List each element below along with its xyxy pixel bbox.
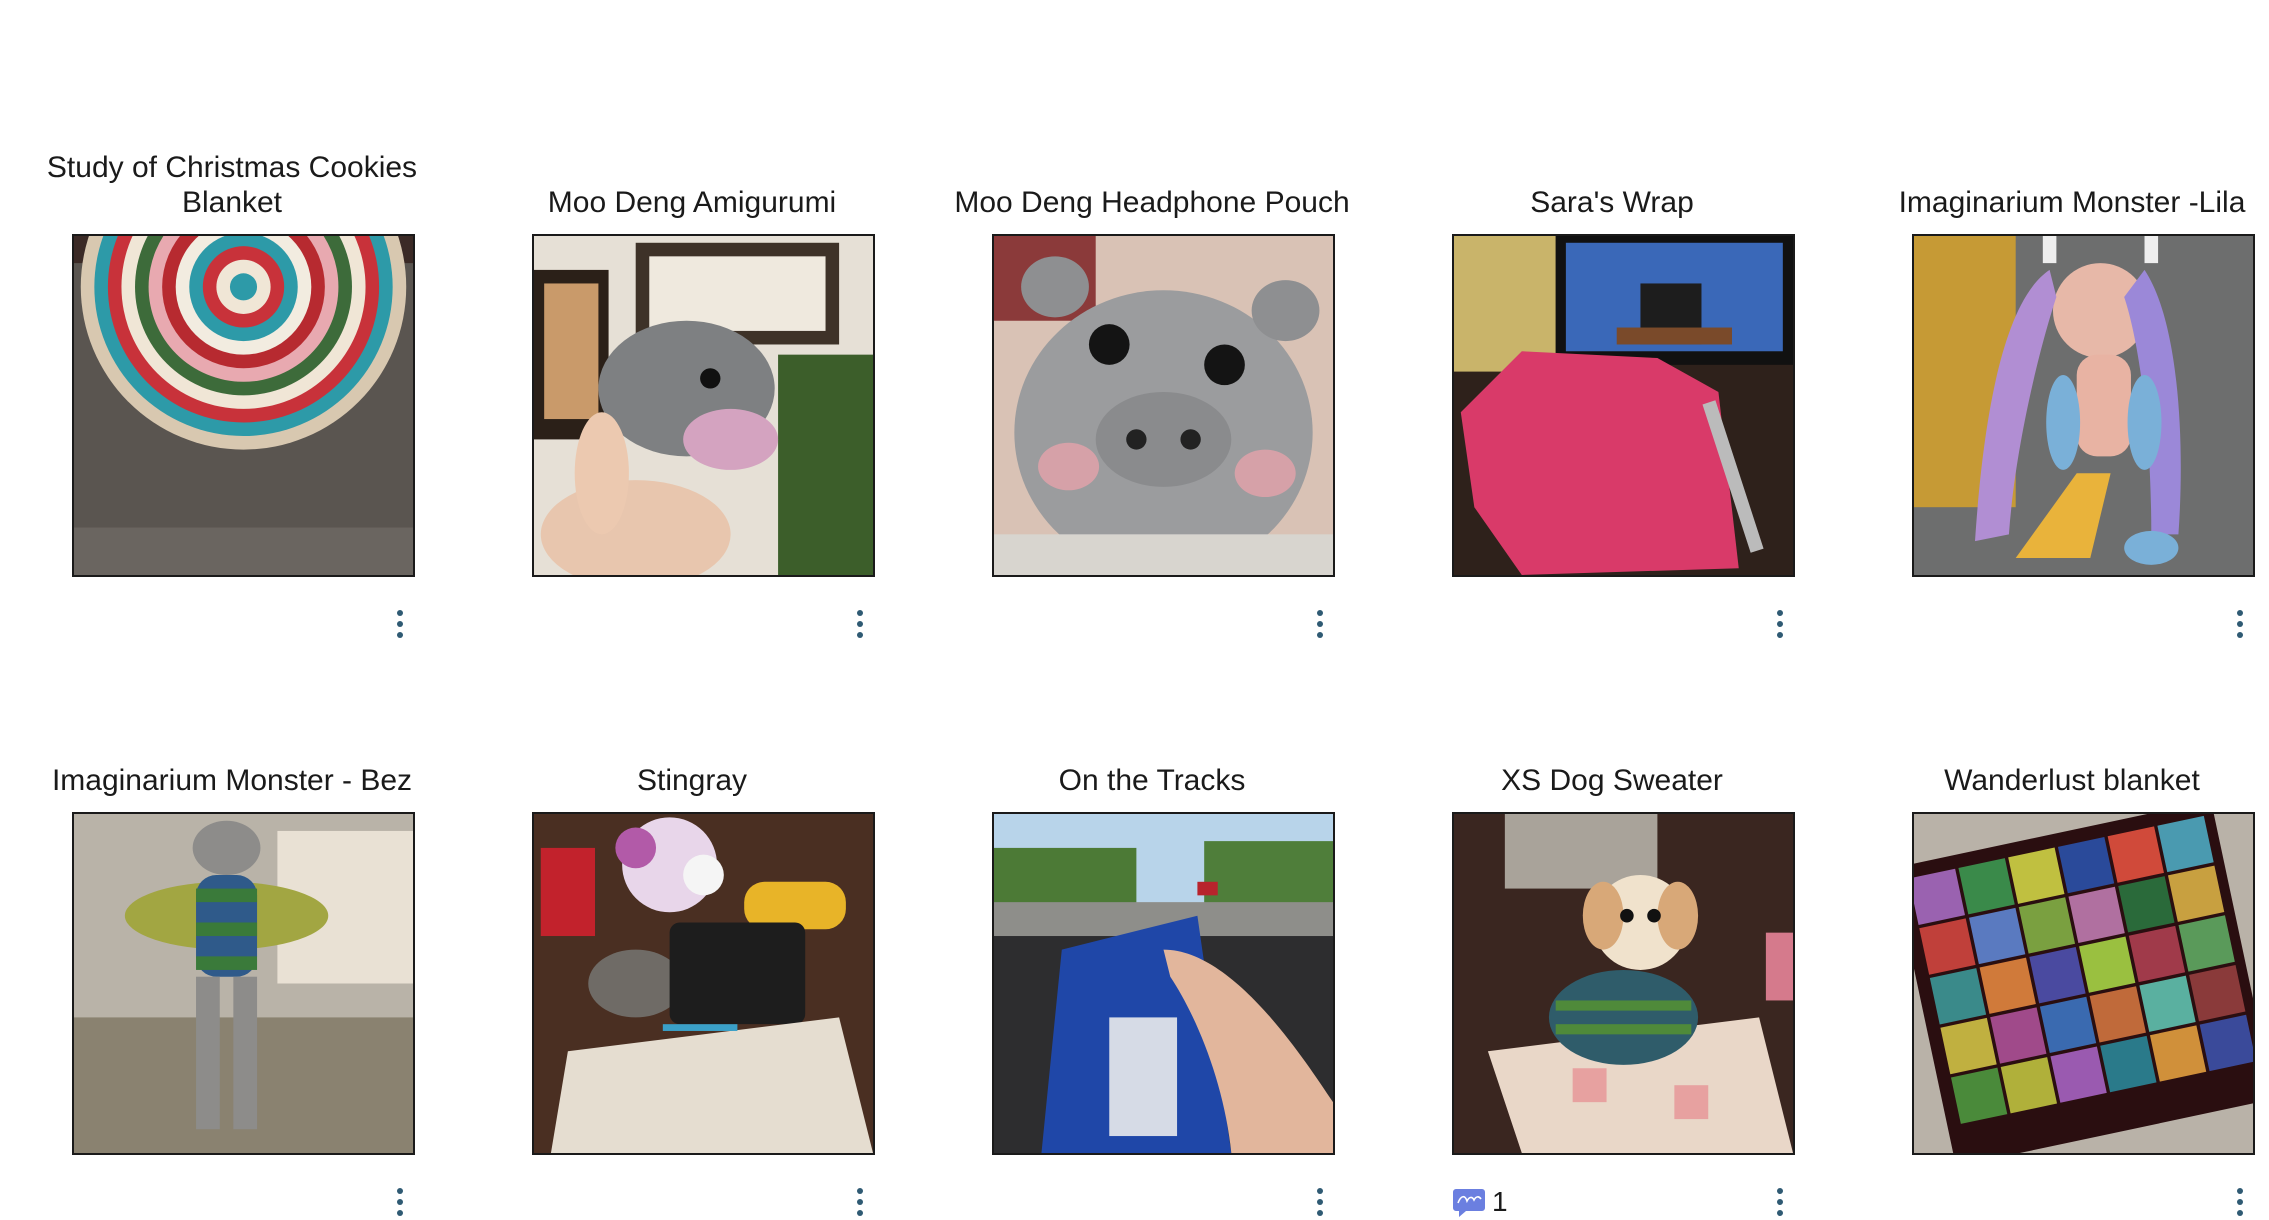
project-card[interactable]: Stingray [472, 578, 912, 1216]
project-thumbnail[interactable] [1452, 812, 1795, 1155]
project-card[interactable]: Imaginarium Monster - Bez [12, 578, 452, 1216]
project-title[interactable]: Study of Christmas Cookies Blanket [12, 150, 452, 220]
project-title[interactable]: Imaginarium Monster - Bez [12, 763, 452, 798]
more-vertical-icon[interactable] [2228, 1184, 2252, 1220]
more-vertical-icon[interactable] [1768, 1184, 1792, 1220]
project-thumbnail[interactable] [532, 234, 875, 577]
comment-count[interactable]: 1 [1452, 1184, 1508, 1220]
project-thumbnail[interactable] [72, 812, 415, 1155]
more-vertical-icon[interactable] [1308, 1184, 1332, 1220]
project-title[interactable]: Imaginarium Monster -Lila [1852, 185, 2269, 220]
project-title[interactable]: Moo Deng Amigurumi [472, 185, 912, 220]
project-card[interactable]: XS Dog Sweater 1 [1392, 578, 1832, 1217]
project-card[interactable]: Imaginarium Monster -Lila [1852, 0, 2269, 638]
project-title[interactable]: XS Dog Sweater [1392, 763, 1832, 798]
project-grid: Study of Christmas Cookies Blanket Moo D… [0, 0, 2269, 1217]
more-vertical-icon[interactable] [848, 1184, 872, 1220]
project-thumbnail[interactable] [72, 234, 415, 577]
project-card[interactable]: Wanderlust blanket [1852, 578, 2269, 1216]
project-card[interactable]: Moo Deng Amigurumi [472, 0, 912, 638]
project-thumbnail[interactable] [532, 812, 875, 1155]
comment-count-label: 1 [1492, 1186, 1508, 1217]
project-card[interactable]: Moo Deng Headphone Pouch [932, 0, 1372, 638]
project-card[interactable]: Sara's Wrap [1392, 0, 1832, 638]
project-thumbnail[interactable] [1912, 812, 2255, 1155]
project-thumbnail[interactable] [1452, 234, 1795, 577]
project-thumbnail[interactable] [992, 812, 1335, 1155]
project-title[interactable]: Moo Deng Headphone Pouch [932, 185, 1372, 220]
project-title[interactable]: On the Tracks [932, 763, 1372, 798]
project-title[interactable]: Wanderlust blanket [1852, 763, 2269, 798]
project-title[interactable]: Sara's Wrap [1392, 185, 1832, 220]
comment-icon [1453, 1189, 1485, 1217]
project-card[interactable]: On the Tracks [932, 578, 1372, 1216]
project-card[interactable]: Study of Christmas Cookies Blanket [12, 0, 452, 638]
project-title[interactable]: Stingray [472, 763, 912, 798]
project-thumbnail[interactable] [1912, 234, 2255, 577]
project-thumbnail[interactable] [992, 234, 1335, 577]
more-vertical-icon[interactable] [388, 1184, 412, 1220]
